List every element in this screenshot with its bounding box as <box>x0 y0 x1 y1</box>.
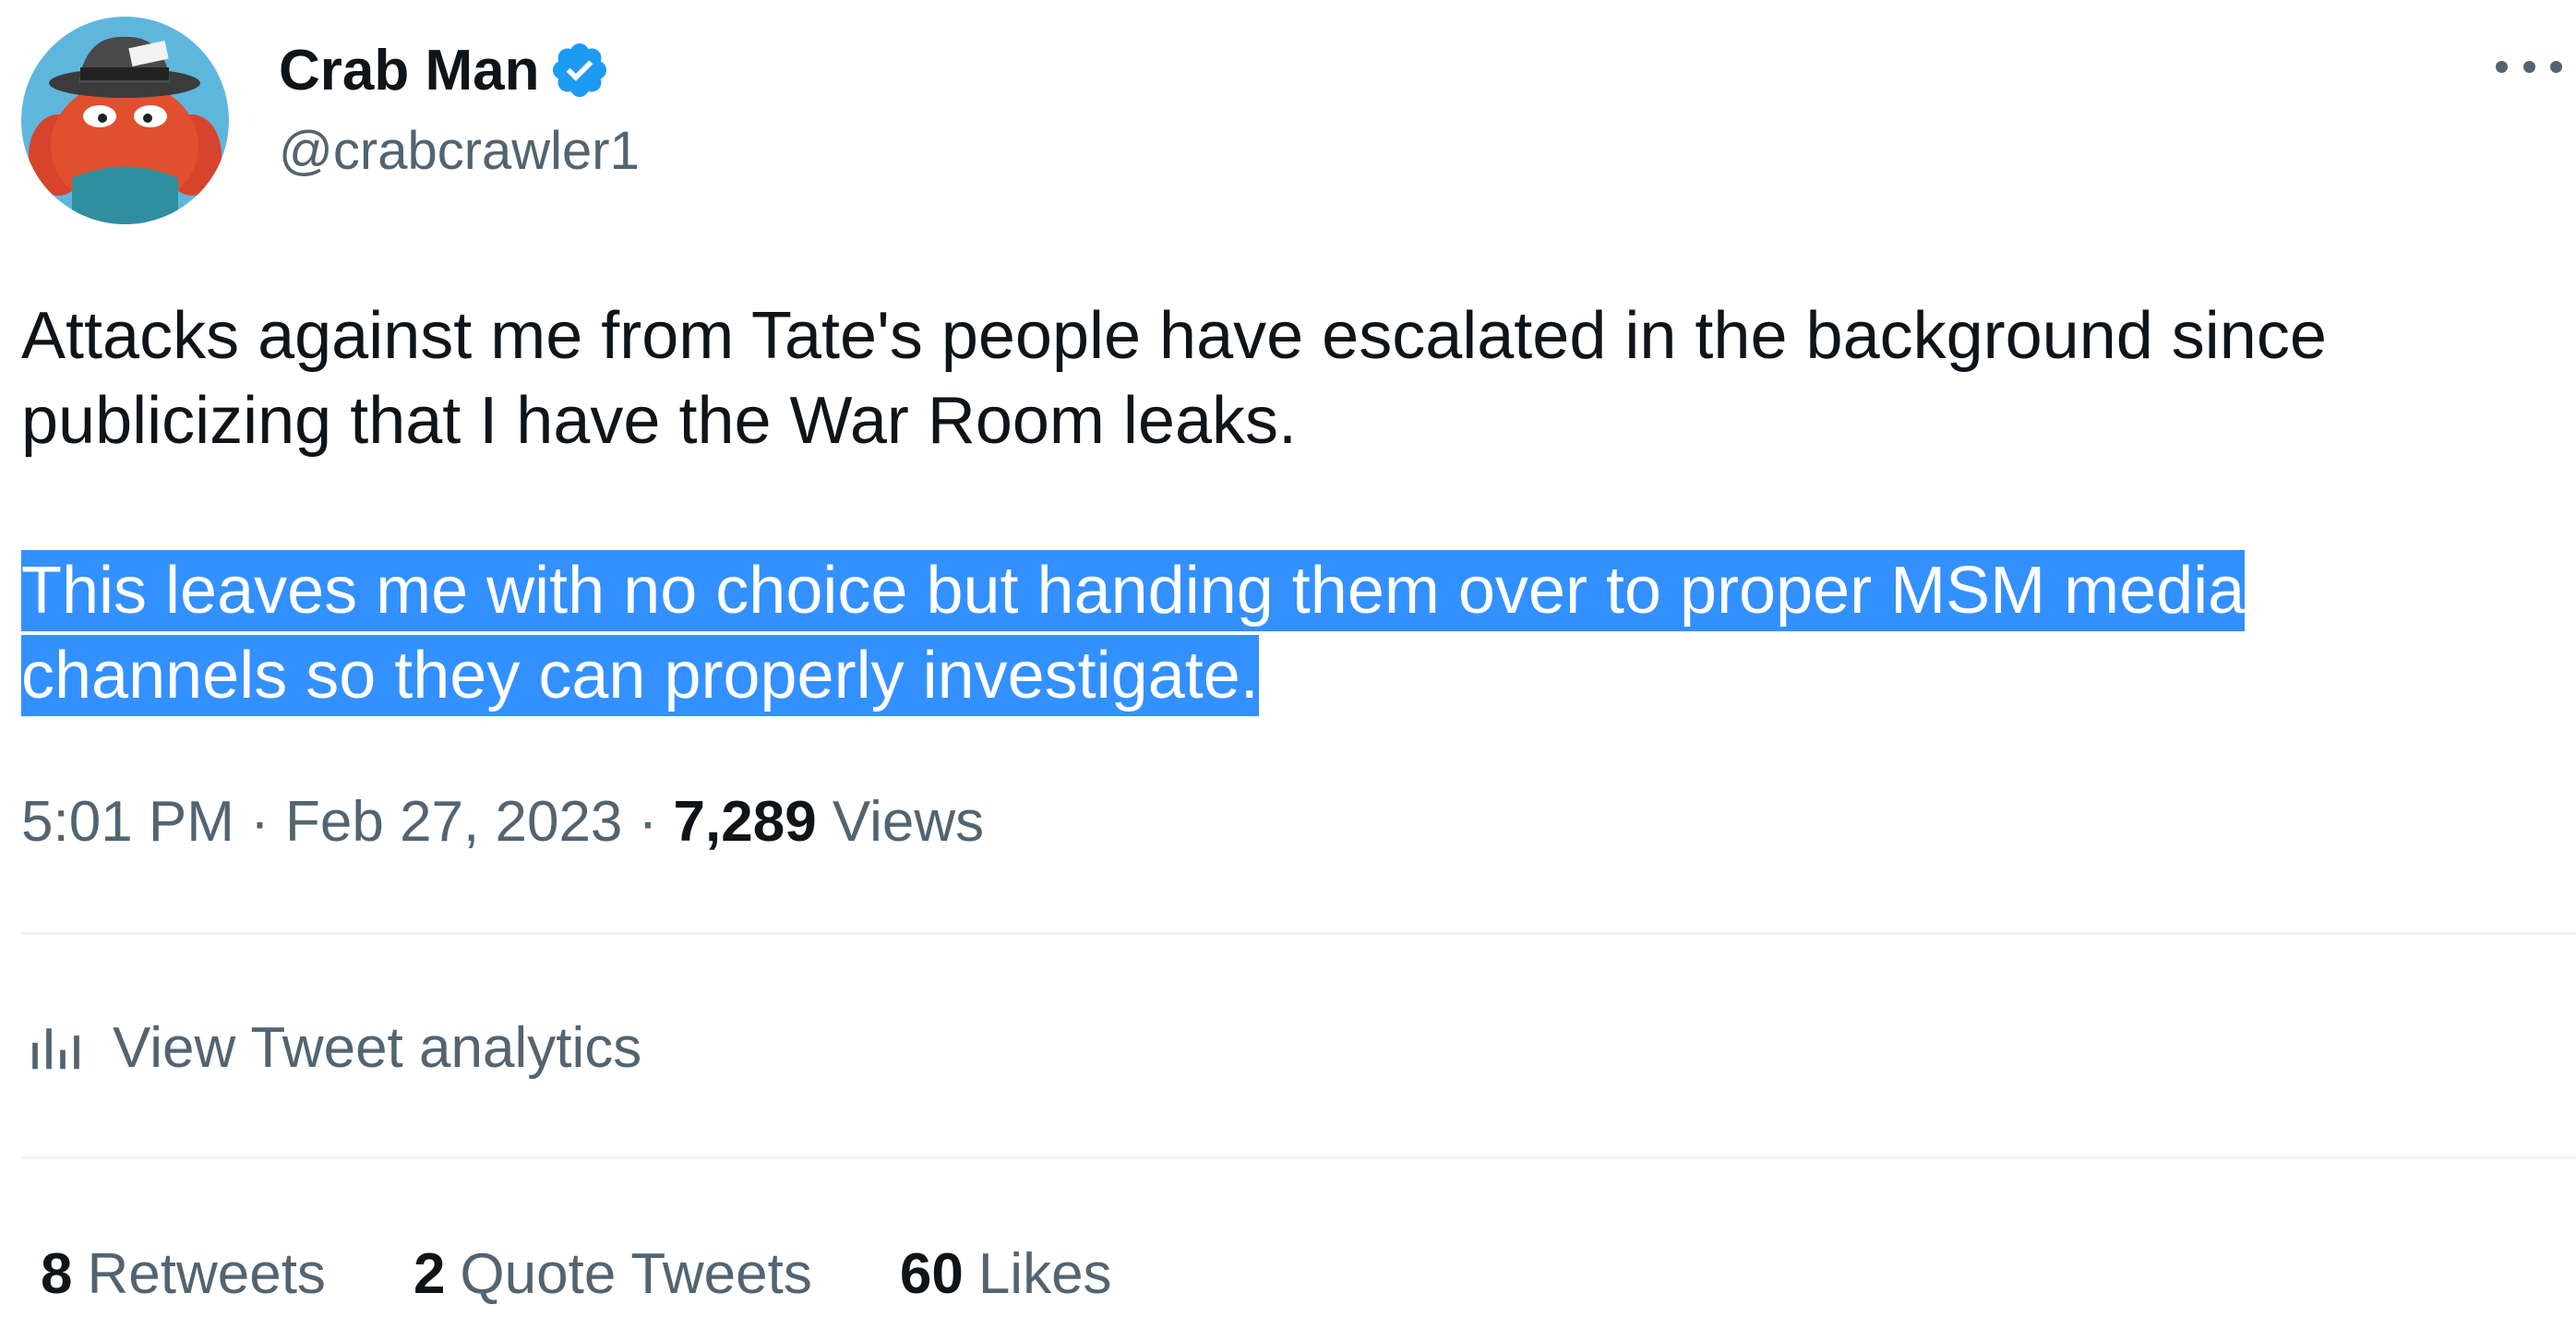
more-dot-icon <box>2550 60 2562 73</box>
retweets-count: 8 <box>41 1241 73 1306</box>
divider <box>21 932 2576 935</box>
author-name-row: Crab Man <box>279 33 611 107</box>
selected-text-line-2: channels so they can properly investigat… <box>21 635 1259 716</box>
tweet-paragraph-1: Attacks against me from Tate's people ha… <box>21 299 2327 458</box>
user-handle[interactable]: @crabcrawler1 <box>279 120 640 182</box>
engagement-stats: 8 Retweets 2 Quote Tweets 60 Likes <box>41 1237 1200 1311</box>
likes-label: Likes <box>977 1241 1112 1306</box>
crab-avatar-icon <box>21 17 229 224</box>
more-options-button[interactable] <box>2492 48 2566 85</box>
view-analytics-button[interactable]: View Tweet analytics <box>28 1011 641 1084</box>
tweet-meta: 5:01 PM · Feb 27, 2023 · 7,289 Views <box>21 789 984 855</box>
quote-tweets-label: Quote Tweets <box>460 1241 812 1306</box>
tweet-text: Attacks against me from Tate's people ha… <box>21 293 2550 718</box>
avatar[interactable] <box>21 17 229 224</box>
more-dot-icon <box>2522 60 2535 73</box>
selected-text-line-1: This leaves me with no choice but handin… <box>21 550 2246 631</box>
views-count: 7,289 <box>673 790 817 854</box>
analytics-label: View Tweet analytics <box>113 1015 642 1080</box>
quote-tweets-stat[interactable]: 2 Quote Tweets <box>413 1241 812 1307</box>
tweet-paragraph-2: This leaves me with no choice but handin… <box>21 548 2550 718</box>
verified-badge-icon[interactable] <box>548 39 611 102</box>
tweet-time[interactable]: 5:01 PM <box>21 790 234 854</box>
tweet-date[interactable]: Feb 27, 2023 <box>285 790 622 854</box>
analytics-bars-icon <box>32 1028 79 1070</box>
likes-count: 60 <box>899 1241 964 1306</box>
retweets-stat[interactable]: 8 Retweets <box>41 1241 326 1307</box>
likes-stat[interactable]: 60 Likes <box>900 1241 1112 1307</box>
views-label: Views <box>832 790 985 854</box>
meta-separator: · <box>234 790 286 854</box>
quote-tweets-count: 2 <box>413 1241 446 1306</box>
retweets-label: Retweets <box>87 1241 326 1306</box>
meta-separator: · <box>622 790 674 854</box>
more-dot-icon <box>2496 60 2508 73</box>
display-name[interactable]: Crab Man <box>279 38 539 103</box>
divider <box>21 1156 2576 1159</box>
